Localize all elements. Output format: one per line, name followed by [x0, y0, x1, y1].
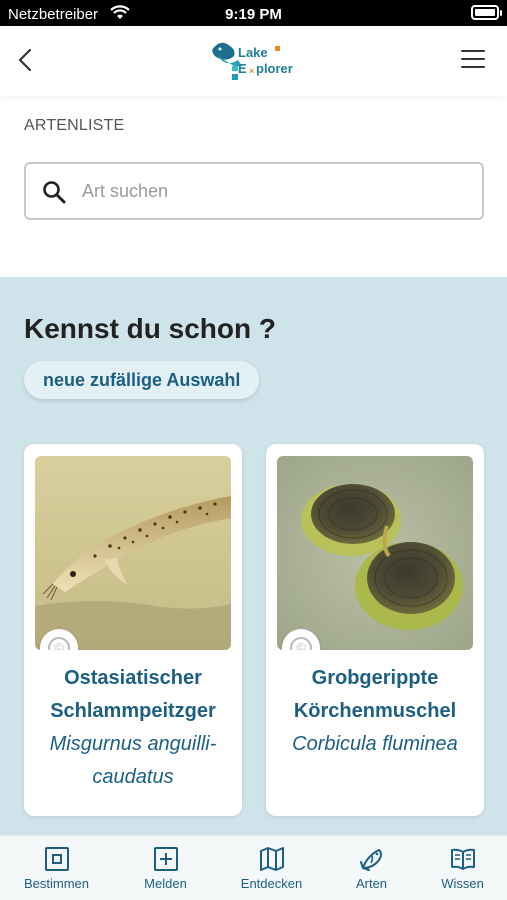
- species-photo-clam: ©: [277, 456, 473, 650]
- species-name-line: Grobgerippte: [311, 667, 439, 689]
- discover-title: Kennst du schon ?: [24, 313, 276, 344]
- tab-label: Bestimmen: [23, 876, 90, 891]
- species-latin-name: Corbicula fluminea: [272, 728, 478, 761]
- identify-icon: [45, 847, 69, 871]
- latin-name-line: Misgurnus anguilli-: [49, 733, 217, 755]
- chevron-left-icon[interactable]: [14, 46, 38, 74]
- latin-name-line: Corbicula fluminea: [292, 733, 458, 755]
- tab-arten[interactable]: Arten: [321, 836, 422, 900]
- species-common-name: Grobgerippte Körchenmuschel: [272, 662, 478, 728]
- report-plus-icon: [154, 847, 178, 871]
- section-label-artenliste: ARTENLISTE: [24, 117, 125, 134]
- species-name-line: Ostasiatischer: [64, 667, 202, 689]
- latin-name-line: caudatus: [92, 766, 174, 788]
- search-box[interactable]: [24, 162, 484, 220]
- logo-dot: [275, 46, 280, 51]
- logo-text-lake: Lake: [238, 45, 268, 60]
- status-bar: Netzbetreiber 9:19 PM: [0, 0, 507, 26]
- map-icon: [260, 847, 284, 871]
- species-name-line: Schlammpeitzger: [50, 700, 216, 722]
- tab-entdecken[interactable]: Entdecken: [221, 836, 322, 900]
- tab-wissen[interactable]: Wissen: [412, 836, 507, 900]
- lake-explorer-logo[interactable]: Lake E × plorer: [208, 36, 300, 82]
- book-icon: [451, 848, 475, 870]
- hamburger-menu-icon[interactable]: [461, 50, 485, 68]
- tab-label: Entdecken: [240, 876, 303, 891]
- app-header: Lake E × plorer: [0, 26, 507, 96]
- search-input[interactable]: [82, 178, 462, 204]
- tab-bestimmen[interactable]: Bestimmen: [6, 836, 107, 900]
- species-latin-name: Misgurnus anguilli- caudatus: [30, 728, 236, 794]
- species-common-name: Ostasiatischer Schlammpeitzger: [30, 662, 236, 728]
- species-card[interactable]: © Grobgerippte Körchenmuschel Corbicula …: [266, 444, 484, 816]
- clock: 9:19 PM: [225, 6, 282, 23]
- logo-x-mark: ×: [249, 66, 255, 76]
- battery-icon: [471, 5, 502, 20]
- copyright-icon: ©: [290, 637, 312, 650]
- search-icon: [43, 181, 66, 204]
- tab-label: Arten: [355, 876, 388, 891]
- logo-text-plorer: plorer: [256, 61, 293, 76]
- logo-text-e: E: [238, 61, 247, 76]
- random-selection-button[interactable]: neue zufällige Auswahl: [24, 361, 260, 399]
- species-photo-loach: ©: [35, 456, 231, 650]
- bottom-tab-bar: Bestimmen Melden Entdecken Arten Wissen: [0, 835, 507, 900]
- tab-label: Wissen: [441, 876, 484, 891]
- tab-label: Melden: [144, 876, 187, 891]
- fish-icon: [360, 849, 382, 871]
- copyright-icon: ©: [48, 637, 70, 650]
- tab-melden[interactable]: Melden: [115, 836, 216, 900]
- species-card[interactable]: © Ostasiatischer Schlammpeitzger Misgurn…: [24, 444, 242, 816]
- species-name-line: Körchenmuschel: [293, 700, 457, 722]
- discover-section: Kennst du schon ? neue zufällige Auswahl: [0, 277, 507, 837]
